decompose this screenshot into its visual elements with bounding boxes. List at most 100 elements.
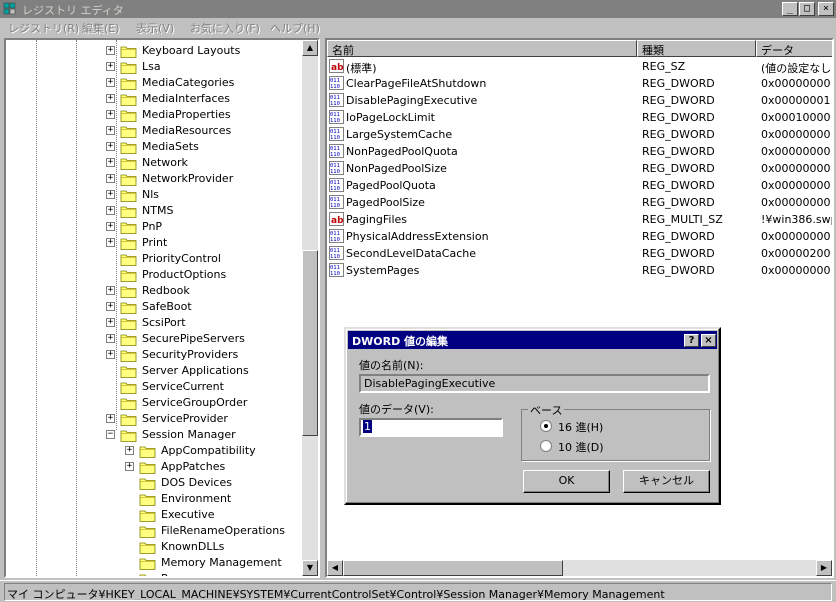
expand-plus-icon[interactable]: + xyxy=(106,78,115,87)
help-button[interactable]: ? xyxy=(684,334,699,347)
key-tree-pane[interactable]: + Keyboard Layouts + Lsa + MediaCategories + Me… xyxy=(4,38,320,578)
expand-plus-icon[interactable]: + xyxy=(106,414,115,423)
tree-item-label: Lsa xyxy=(142,60,161,73)
cell-type: REG_DWORD xyxy=(642,145,715,158)
cell-type: REG_DWORD xyxy=(642,247,715,260)
expand-plus-icon[interactable]: + xyxy=(106,238,115,247)
list-item[interactable]: 011 110 LargeSystemCache REG_DWORD 0x0000000… xyxy=(327,126,832,143)
tree-vertical-scrollbar[interactable]: ▲ ▼ xyxy=(302,40,318,576)
expand-plus-icon[interactable]: + xyxy=(106,334,115,343)
scroll-up-arrow-icon[interactable]: ▲ xyxy=(302,40,318,56)
binary-value-icon: 011 110 xyxy=(329,93,344,107)
hex-radio[interactable] xyxy=(540,420,552,432)
hex-radio-label[interactable]: 16 進(H) xyxy=(558,419,603,435)
svg-text:110: 110 xyxy=(330,152,340,158)
expand-plus-icon[interactable]: + xyxy=(106,302,115,311)
menu-edit[interactable]: 編集(E) xyxy=(82,20,120,36)
folder-icon xyxy=(120,77,138,90)
expand-plus-icon[interactable]: + xyxy=(106,110,115,119)
tree-item-label: MediaSets xyxy=(142,140,199,153)
list-item[interactable]: 011 110 ClearPageFileAtShutdown REG_DWORD 0x… xyxy=(327,75,832,92)
tree-item-label: ScsiPort xyxy=(142,316,186,329)
list-item[interactable]: ab (標準) REG_SZ (値の設定なし xyxy=(327,58,832,75)
tree-item-label: MediaResources xyxy=(142,124,232,137)
svg-text:110: 110 xyxy=(330,169,340,175)
list-item[interactable]: 011 110 DisablePagingExecutive REG_DWORD 0x0… xyxy=(327,92,832,109)
tree-item-label: NTMS xyxy=(142,204,174,217)
list-item[interactable]: 011 110 IoPageLockLimit REG_DWORD 0x00010000… xyxy=(327,109,832,126)
expand-plus-icon[interactable]: + xyxy=(106,142,115,151)
cell-type: REG_DWORD xyxy=(642,77,715,90)
tree-connector-line xyxy=(76,40,77,576)
expand-plus-icon[interactable]: + xyxy=(125,446,134,455)
binary-value-icon: 011 110 xyxy=(329,144,344,158)
menu-favorites[interactable]: お気に入り(F) xyxy=(190,20,260,36)
cell-data: 0x00000000 ( xyxy=(761,179,834,192)
scroll-right-arrow-icon[interactable]: ▶ xyxy=(816,560,832,576)
list-item[interactable]: 011 110 PagedPoolQuota REG_DWORD 0x00000000 … xyxy=(327,177,832,194)
cell-name: SystemPages xyxy=(346,264,420,277)
expand-plus-icon[interactable]: + xyxy=(106,174,115,183)
value-data-input[interactable]: 1 xyxy=(359,418,503,437)
expand-plus-icon[interactable]: + xyxy=(106,126,115,135)
expand-plus-icon[interactable]: + xyxy=(106,62,115,71)
svg-text:ab: ab xyxy=(331,63,344,73)
dword-edit-dialog: DWORD 値の編集 ? × 値の名前(N): DisablePagingExe… xyxy=(344,327,721,505)
list-item[interactable]: ab PagingFiles REG_MULTI_SZ !¥win386.swp xyxy=(327,211,832,228)
expand-plus-icon[interactable]: + xyxy=(106,46,115,55)
list-item[interactable]: 011 110 SystemPages REG_DWORD 0x00000000 ( xyxy=(327,262,832,279)
binary-value-icon: 011 110 xyxy=(329,161,344,175)
list-scroll-thumb[interactable] xyxy=(343,560,563,576)
folder-icon xyxy=(139,541,157,554)
folder-icon xyxy=(120,221,138,234)
ok-button[interactable]: OK xyxy=(523,470,610,493)
expand-plus-icon[interactable]: + xyxy=(106,94,115,103)
column-header-data[interactable]: データ xyxy=(756,40,832,57)
decimal-radio[interactable] xyxy=(540,440,552,452)
list-item[interactable]: 011 110 NonPagedPoolQuota REG_DWORD 0x000000… xyxy=(327,143,832,160)
list-item[interactable]: 011 110 PagedPoolSize REG_DWORD 0x00000000 ( xyxy=(327,194,832,211)
cancel-button[interactable]: キャンセル xyxy=(623,470,710,493)
decimal-radio-label[interactable]: 10 進(D) xyxy=(558,439,604,455)
tree-item-label: FileRenameOperations xyxy=(161,524,285,537)
svg-text:110: 110 xyxy=(330,254,340,260)
close-button[interactable]: × xyxy=(818,2,834,16)
base-groupbox: ベース 16 進(H) 10 進(D) xyxy=(521,402,710,461)
title-bar[interactable]: レジストリ エディタ _ □ × xyxy=(0,0,836,18)
scroll-left-arrow-icon[interactable]: ◀ xyxy=(327,560,343,576)
list-item[interactable]: 011 110 SecondLevelDataCache REG_DWORD 0x000… xyxy=(327,245,832,262)
expand-plus-icon[interactable]: + xyxy=(106,158,115,167)
scroll-down-arrow-icon[interactable]: ▼ xyxy=(302,560,318,576)
list-item[interactable]: 011 110 NonPagedPoolSize REG_DWORD 0x0000000… xyxy=(327,160,832,177)
column-header-name[interactable]: 名前 xyxy=(327,40,637,57)
menu-view[interactable]: 表示(V) xyxy=(136,20,174,36)
expand-plus-icon[interactable]: + xyxy=(106,286,115,295)
expand-plus-icon[interactable]: + xyxy=(125,462,134,471)
expand-plus-icon[interactable]: + xyxy=(106,206,115,215)
svg-text:110: 110 xyxy=(330,203,340,209)
dialog-close-button[interactable]: × xyxy=(701,334,716,347)
tree-item-label: Executive xyxy=(161,508,215,521)
column-header-type[interactable]: 種類 xyxy=(637,40,756,57)
menu-registry[interactable]: レジストリ(R) xyxy=(8,20,79,36)
cell-name: PagedPoolQuota xyxy=(346,179,436,192)
maximize-button[interactable]: □ xyxy=(799,2,815,16)
cell-name: NonPagedPoolSize xyxy=(346,162,447,175)
expand-plus-icon[interactable]: + xyxy=(106,350,115,359)
cell-data: 0x00000000 ( xyxy=(761,162,834,175)
cell-type: REG_DWORD xyxy=(642,264,715,277)
tree-item-label: PnP xyxy=(142,220,163,233)
tree-item-label: ProductOptions xyxy=(142,268,227,281)
expand-plus-icon[interactable]: + xyxy=(106,190,115,199)
list-item[interactable]: 011 110 PhysicalAddressExtension REG_DWORD 0… xyxy=(327,228,832,245)
dialog-title: DWORD 値の編集 xyxy=(352,335,449,348)
expand-plus-icon[interactable]: + xyxy=(106,222,115,231)
collapse-minus-icon[interactable]: − xyxy=(106,430,115,439)
minimize-button[interactable]: _ xyxy=(782,2,798,16)
dialog-title-bar[interactable]: DWORD 値の編集 ? × xyxy=(348,331,717,349)
tree-scroll-thumb[interactable] xyxy=(302,250,318,436)
expand-plus-icon[interactable]: + xyxy=(106,318,115,327)
list-horizontal-scrollbar[interactable]: ◀ ▶ xyxy=(327,560,832,576)
tree-item-label: SecurePipeServers xyxy=(142,332,245,345)
menu-help[interactable]: ヘルプ(H) xyxy=(270,20,320,36)
